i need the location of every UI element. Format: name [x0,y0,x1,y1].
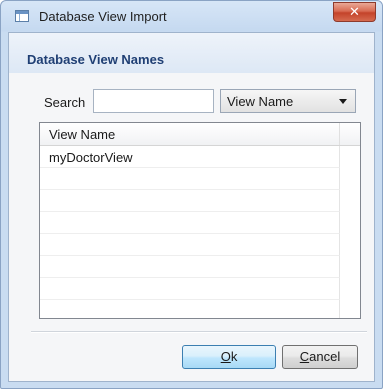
list-row[interactable]: myDoctorView [40,146,340,168]
dialog-client-area: Database View Names Search View Name Vie… [8,32,375,382]
chevron-down-icon [339,99,347,104]
filter-field-select[interactable]: View Name [220,89,356,113]
column-header-view-name[interactable]: View Name [40,123,340,145]
list-row-label: myDoctorView [49,150,133,165]
section-title: Database View Names [27,52,165,67]
list-row[interactable] [40,168,340,190]
filter-field-value: View Name [227,94,294,109]
list-row[interactable] [40,278,340,300]
ok-mnemonic: O [220,349,231,364]
ok-label: k [230,349,238,364]
list-row[interactable] [40,300,340,318]
cancel-mnemonic: C [299,349,310,364]
column-header-label: View Name [49,127,116,142]
close-button[interactable]: ✕ [333,2,376,22]
ok-button[interactable]: Ok [182,345,276,369]
cancel-button[interactable]: Cancel [282,345,358,369]
title-bar[interactable]: Database View Import ✕ [1,1,382,33]
search-input[interactable] [93,89,214,113]
list-row[interactable] [40,190,340,212]
dialog-window: Database View Import ✕ Database View Nam… [0,0,383,389]
cancel-label: ancel [309,349,341,364]
view-names-list[interactable]: View Name myDoctorView [39,122,361,319]
button-separator [31,331,367,333]
section-header: Database View Names [9,33,374,73]
list-row[interactable] [40,234,340,256]
list-header: View Name [40,123,360,146]
close-icon: ✕ [349,4,360,19]
list-row[interactable] [40,212,340,234]
window-title: Database View Import [39,9,167,24]
database-view-icon [15,10,29,22]
search-label: Search [44,95,86,110]
list-row[interactable] [40,256,340,278]
